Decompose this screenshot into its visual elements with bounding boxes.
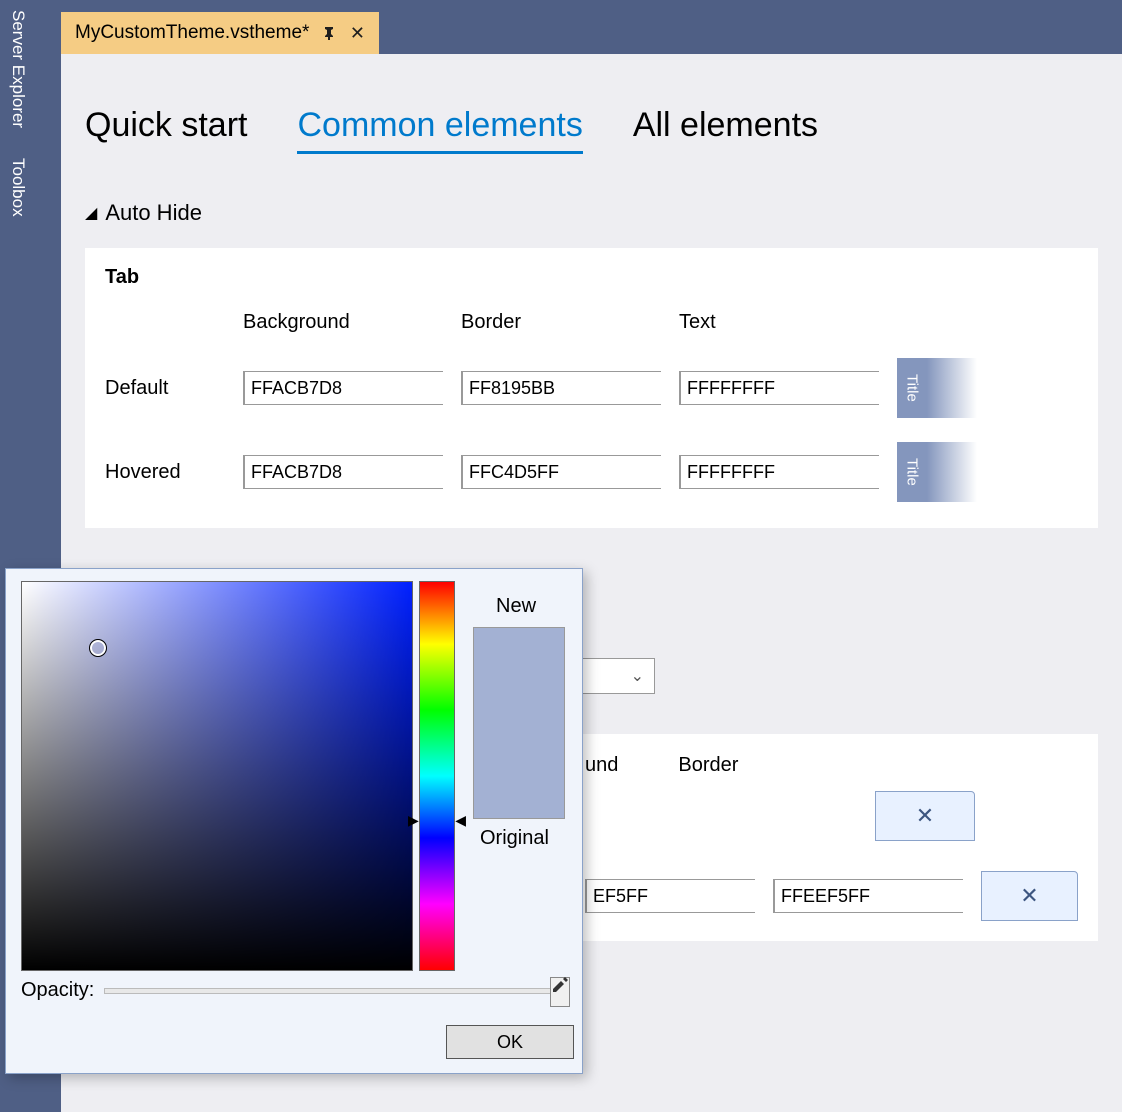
- close-preview-button-2[interactable]: ✕: [981, 871, 1078, 921]
- lower-cell-1[interactable]: [585, 879, 755, 913]
- default-bg-input[interactable]: [245, 372, 489, 404]
- default-bg-cell[interactable]: [243, 371, 443, 405]
- close-preview-button[interactable]: ✕: [875, 791, 975, 841]
- hovered-bg-input[interactable]: [245, 456, 489, 488]
- sidetab-server-explorer[interactable]: Server Explorer: [0, 0, 40, 142]
- triangle-down-icon: ◢: [85, 203, 97, 223]
- preview-default: Title: [897, 358, 977, 418]
- document-tab-title: MyCustomTheme.vstheme*: [75, 22, 309, 44]
- hovered-text-cell[interactable]: [679, 455, 879, 489]
- sv-gradient[interactable]: [21, 581, 413, 971]
- sv-handle[interactable]: [90, 640, 106, 656]
- document-tab-active[interactable]: MyCustomTheme.vstheme* ✕: [61, 12, 379, 54]
- eyedropper-icon[interactable]: [550, 975, 570, 1001]
- sidetab-toolbox[interactable]: Toolbox: [0, 148, 40, 231]
- tab-common-elements[interactable]: Common elements: [297, 106, 582, 154]
- col-background: Background: [243, 311, 443, 334]
- color-preview: [473, 627, 565, 819]
- hue-slider[interactable]: [419, 581, 455, 971]
- col-text: Text: [679, 311, 879, 334]
- row-default-label: Default: [105, 377, 225, 400]
- preview-title: Title: [897, 358, 927, 418]
- default-border-cell[interactable]: [461, 371, 661, 405]
- ok-button[interactable]: OK: [446, 1025, 574, 1059]
- col-border: Border: [461, 311, 661, 334]
- new-label: New: [496, 595, 536, 618]
- default-border-input[interactable]: [463, 372, 707, 404]
- close-icon[interactable]: ✕: [349, 25, 365, 41]
- col-border2: Border: [678, 754, 738, 777]
- category-tabs: Quick start Common elements All elements: [61, 54, 1122, 164]
- opacity-label: Opacity:: [21, 979, 94, 1002]
- preview-title: Title: [897, 442, 927, 502]
- tab-all-elements[interactable]: All elements: [633, 106, 818, 154]
- hovered-border-cell[interactable]: [461, 455, 661, 489]
- opacity-slider[interactable]: [104, 988, 569, 994]
- default-text-cell[interactable]: [679, 371, 879, 405]
- hovered-border-input[interactable]: [463, 456, 707, 488]
- tab-quick-start[interactable]: Quick start: [85, 106, 247, 154]
- chevron-down-icon: ⌄: [631, 666, 644, 686]
- row-hovered-label: Hovered: [105, 461, 225, 484]
- panel-title: Tab: [105, 266, 1078, 289]
- hovered-text-input[interactable]: [681, 456, 925, 488]
- col-und: und: [585, 754, 618, 777]
- panel-tab: Tab Background Border Text Default Title…: [85, 248, 1098, 528]
- color-picker-popup: New Original Opacity: OK: [5, 568, 583, 1074]
- default-text-input[interactable]: [681, 372, 925, 404]
- collapse-label: Auto Hide: [105, 200, 202, 226]
- hovered-bg-cell[interactable]: [243, 455, 443, 489]
- collapse-auto-hide[interactable]: ◢ Auto Hide: [85, 200, 1098, 226]
- preview-hovered: Title: [897, 442, 977, 502]
- lower-cell-2[interactable]: [773, 879, 963, 913]
- document-tab-strip: MyCustomTheme.vstheme* ✕: [61, 12, 1122, 54]
- pin-icon[interactable]: [321, 25, 337, 41]
- original-label: Original: [480, 827, 549, 850]
